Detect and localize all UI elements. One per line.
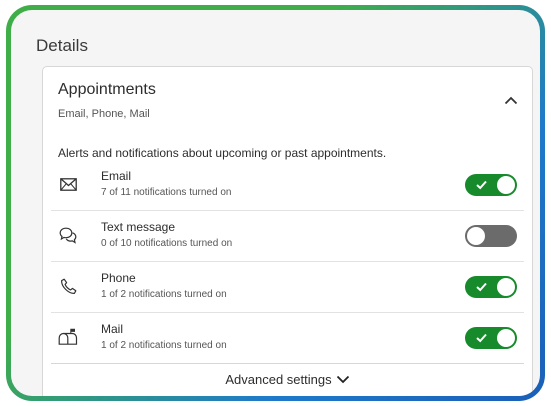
check-icon	[476, 180, 487, 190]
phone-icon	[57, 275, 79, 297]
chevron-up-icon	[504, 96, 518, 104]
channel-label: Mail	[101, 322, 124, 336]
advanced-settings-button[interactable]: Advanced settings	[43, 364, 532, 394]
channel-status-text: 0 of 10 notifications turned on	[101, 238, 233, 249]
channel-status-text: 7 of 11 notifications turned on	[101, 187, 232, 198]
details-heading: Details	[36, 36, 88, 55]
appointments-title: Appointments	[58, 81, 156, 98]
email-toggle[interactable]	[465, 174, 517, 196]
appointments-description: Alerts and notifications about upcoming …	[58, 146, 387, 160]
chevron-down-icon	[336, 375, 350, 384]
toggle-knob	[497, 278, 515, 296]
channel-row-text-message: Text message 0 of 10 notifications turne…	[51, 211, 524, 262]
check-icon	[476, 333, 487, 343]
appointments-card: Appointments Email, Phone, Mail Alerts a…	[42, 66, 533, 396]
channel-row-phone: Phone 1 of 2 notifications turned on	[51, 262, 524, 313]
mail-toggle[interactable]	[465, 327, 517, 349]
appointments-subtitle: Email, Phone, Mail	[58, 108, 150, 120]
toggle-knob	[497, 176, 515, 194]
channel-label: Text message	[101, 220, 176, 234]
text-message-toggle[interactable]	[465, 225, 517, 247]
channel-label: Phone	[101, 271, 136, 285]
channel-status-text: 1 of 2 notifications turned on	[101, 340, 227, 351]
channel-label: Email	[101, 169, 132, 183]
toggle-knob	[497, 329, 515, 347]
toggle-knob	[467, 227, 485, 245]
advanced-settings-label: Advanced settings	[225, 371, 332, 387]
chat-bubbles-icon	[57, 224, 79, 246]
mailbox-icon	[57, 326, 79, 348]
notification-channel-list: Email 7 of 11 notifications turned on Te…	[43, 160, 532, 364]
check-icon	[476, 282, 487, 292]
channel-row-email: Email 7 of 11 notifications turned on	[51, 160, 524, 211]
envelope-icon	[57, 173, 79, 195]
collapse-button[interactable]	[500, 89, 522, 111]
details-panel: Details Appointments Email, Phone, Mail …	[6, 5, 545, 401]
phone-toggle[interactable]	[465, 276, 517, 298]
channel-row-mail: Mail 1 of 2 notifications turned on	[51, 313, 524, 364]
channel-status-text: 1 of 2 notifications turned on	[101, 289, 227, 300]
appointments-header[interactable]: Appointments Email, Phone, Mail	[43, 67, 532, 129]
